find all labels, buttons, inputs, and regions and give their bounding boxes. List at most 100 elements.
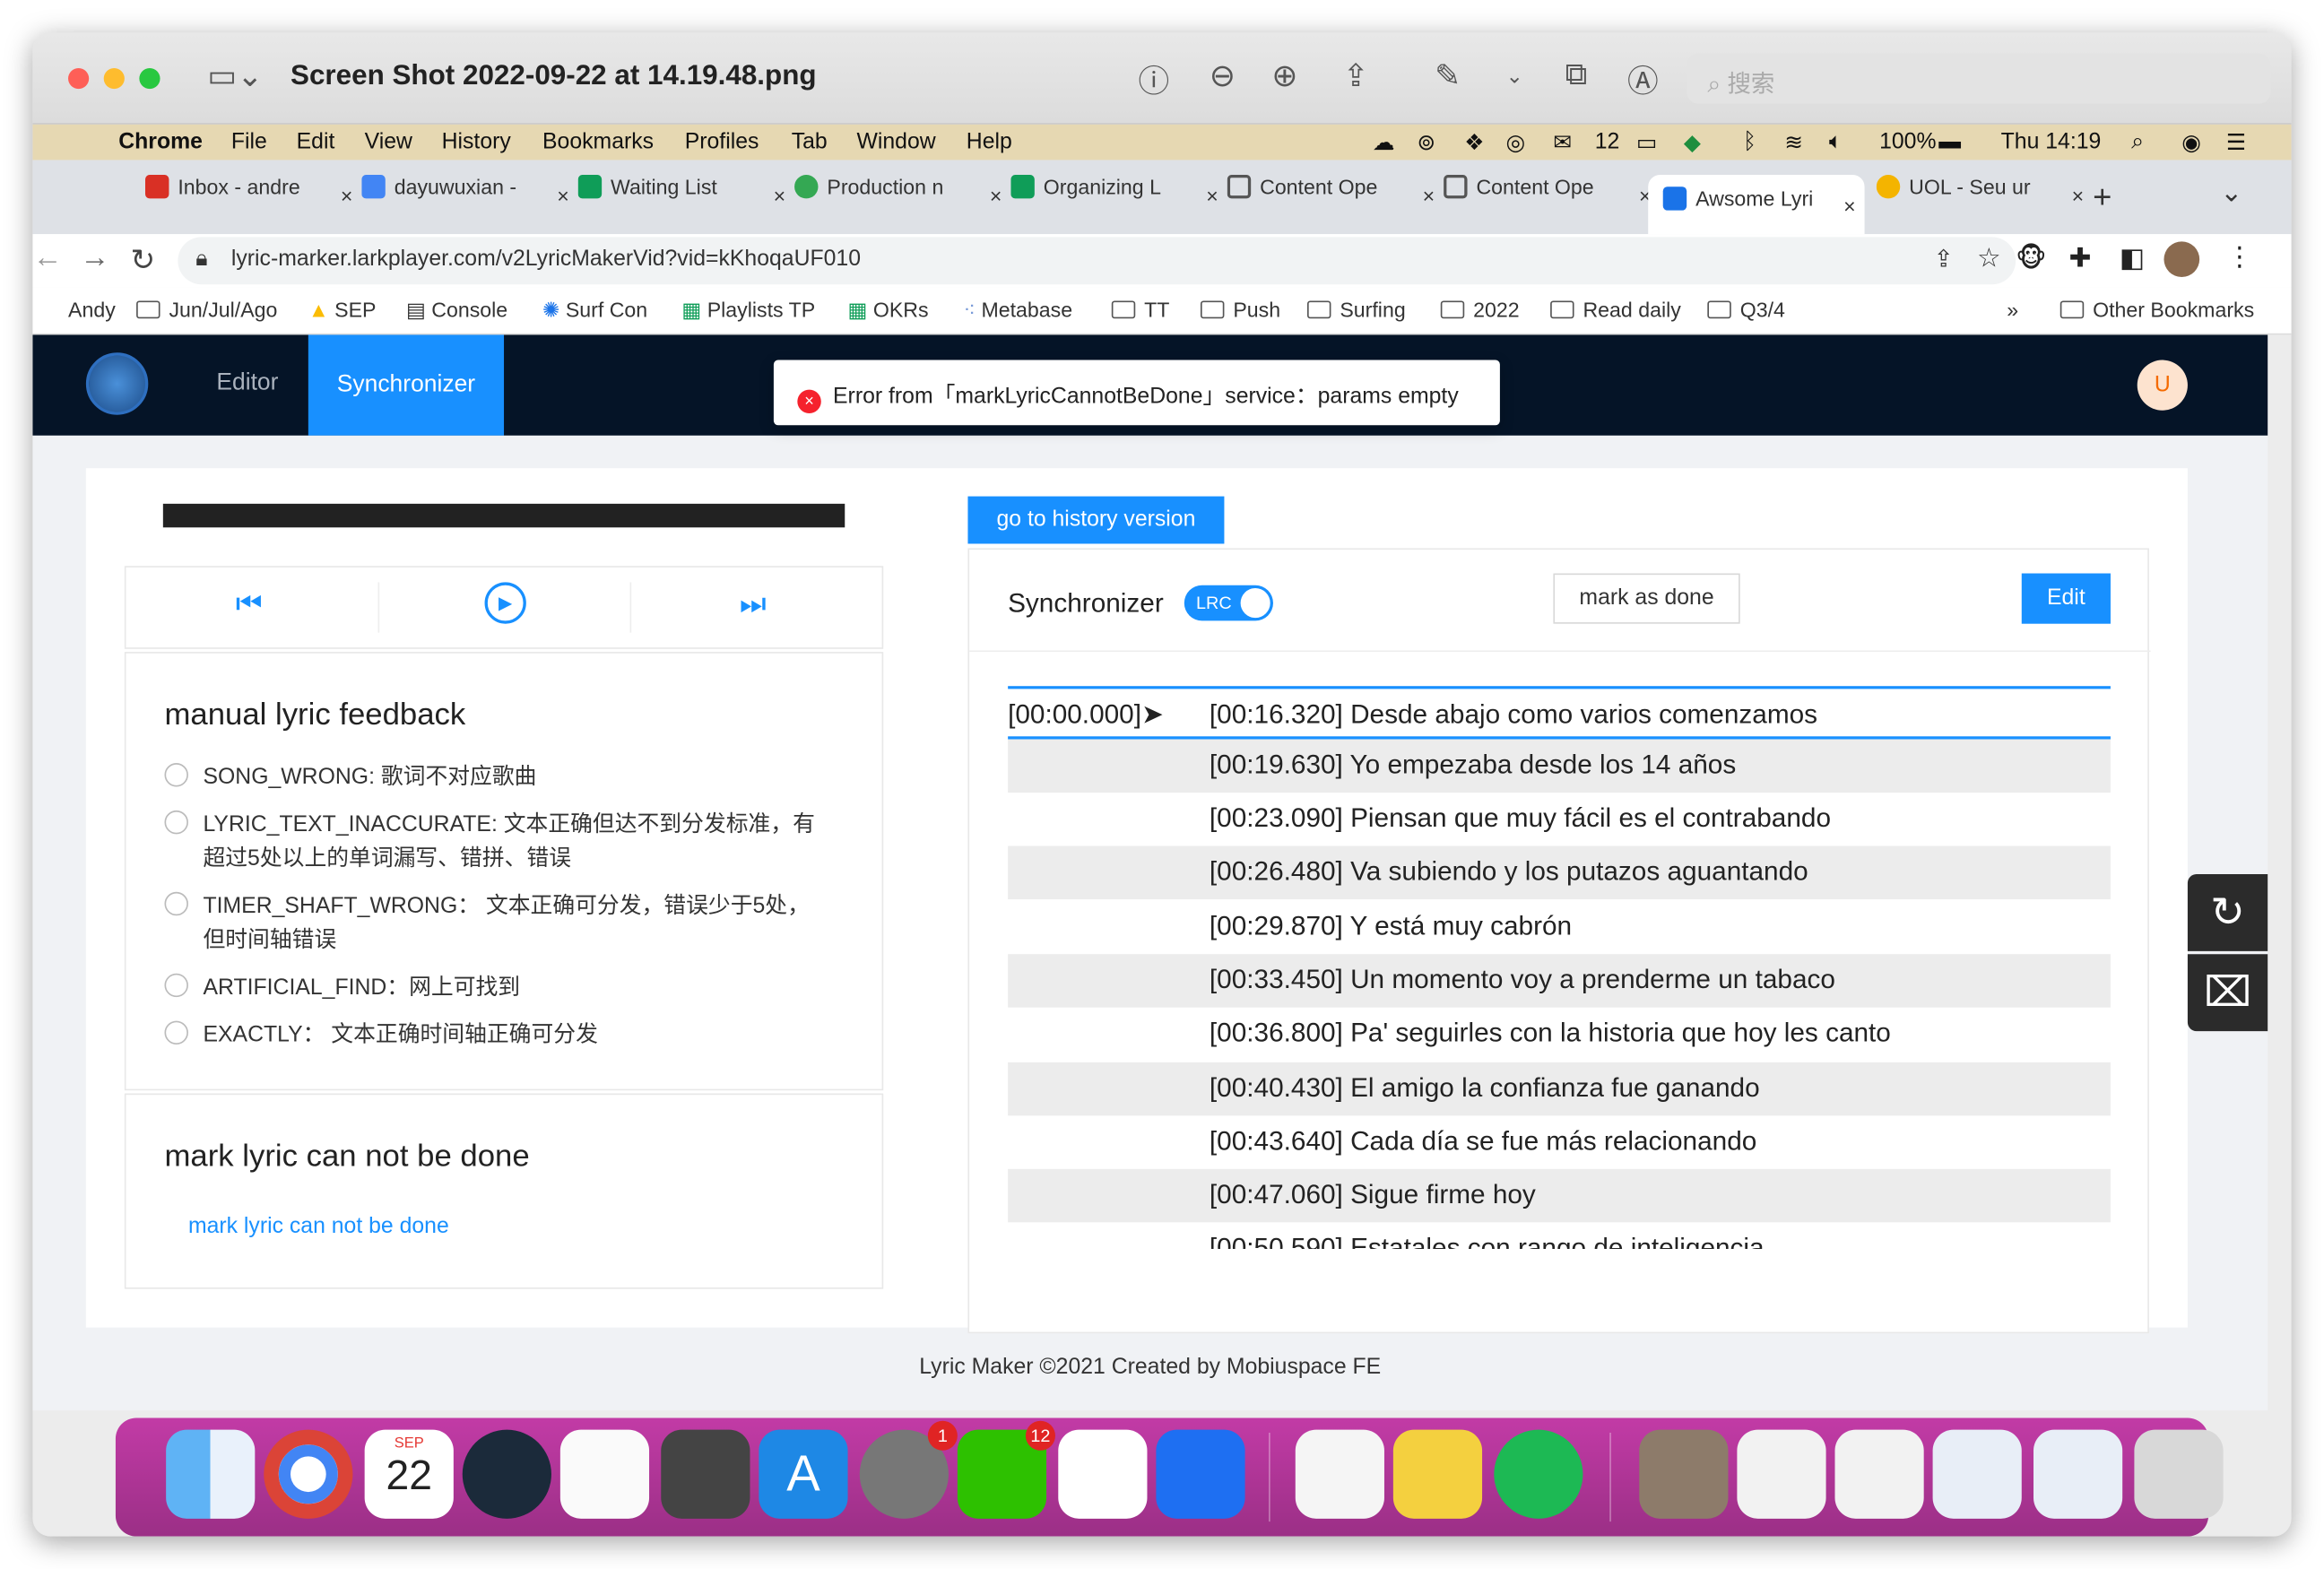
bookmark-folder-surfing[interactable]: Surfing xyxy=(1306,298,1406,322)
lyric-row[interactable]: [00:26.480] Va subiendo y los putazos ag… xyxy=(1008,845,2111,900)
radio-button[interactable] xyxy=(164,763,188,787)
app-store-icon[interactable]: A xyxy=(759,1429,848,1519)
bookmark-andy[interactable]: Andy xyxy=(68,298,116,321)
video-player[interactable] xyxy=(162,503,845,528)
siri-icon[interactable]: ◉ xyxy=(2181,129,2201,155)
edit-button[interactable]: Edit xyxy=(2021,573,2111,624)
bookmark-folder-tt[interactable]: TT xyxy=(1111,298,1169,322)
close-tab-icon[interactable]: × xyxy=(990,184,1002,207)
rotate-icon[interactable]: ⧉ xyxy=(1565,57,1588,93)
quicktime-icon[interactable] xyxy=(462,1429,551,1519)
menu-file[interactable]: File xyxy=(231,129,267,154)
bookmark-okrs[interactable]: ▦ OKRs xyxy=(848,298,929,323)
tab-waiting-list[interactable]: Waiting List × xyxy=(577,174,794,220)
chat-icon[interactable]: ◎ xyxy=(1506,129,1526,155)
control-center-icon[interactable]: ☰ xyxy=(2226,129,2246,155)
bookmark-surf-con[interactable]: ✺ Surf Con xyxy=(542,298,647,323)
calendar-icon[interactable]: SEP 22 xyxy=(364,1429,454,1519)
close-tab-icon[interactable]: × xyxy=(1843,194,1856,217)
spotlight-search-icon[interactable]: ⌕ xyxy=(2131,129,2144,154)
lock-icon[interactable]: 🔒︎ xyxy=(195,246,207,271)
feedback-option-song-wrong[interactable]: SONG_WRONG: 歌词不对应歌曲 xyxy=(164,760,816,794)
dropbox-icon[interactable]: ❖ xyxy=(1464,129,1484,155)
share-url-icon[interactable]: ⇪ xyxy=(1934,245,1954,274)
feedback-option-exactly[interactable]: EXACTLY： 文本正确时间轴正确可分发 xyxy=(164,1018,816,1052)
tab-content-ops-2[interactable]: Content Ope × xyxy=(1444,174,1660,220)
reload-icon[interactable]: ↻ xyxy=(130,241,155,278)
tab-inbox[interactable]: Inbox - andre × xyxy=(144,174,361,220)
lark-icon[interactable] xyxy=(1156,1429,1245,1519)
more-bookmarks-chevron-icon[interactable]: » xyxy=(2007,298,2018,321)
bluetooth-icon[interactable]: ᛒ xyxy=(1743,129,1756,154)
menu-help[interactable]: Help xyxy=(967,129,1012,154)
close-tab-icon[interactable]: × xyxy=(2072,184,2085,207)
play-icon[interactable]: ▶ xyxy=(484,582,526,624)
screenshot-thumbnail[interactable] xyxy=(1932,1429,2022,1519)
wechat-dock-icon[interactable]: 12 xyxy=(957,1420,1055,1519)
history-version-button[interactable]: go to history version xyxy=(967,496,1225,544)
nav-editor[interactable]: Editor xyxy=(216,370,278,397)
lyrics-list[interactable]: [00:00.000]➤ [00:16.320] Desde abajo com… xyxy=(1008,686,2111,1249)
back-arrow-icon[interactable]: ← xyxy=(32,241,62,275)
lyric-row[interactable]: [00:47.060] Sigue firme hoy xyxy=(1008,1168,2111,1223)
calculator-icon[interactable] xyxy=(661,1429,750,1519)
profile-avatar[interactable] xyxy=(2164,241,2200,278)
feedback-option-lyric-inaccurate[interactable]: LYRIC_TEXT_INACCURATE: 文本正确但达不到分发标准，有超过5… xyxy=(164,808,816,876)
lyric-row[interactable]: [00:50.590] Estatales con rango de intel… xyxy=(1008,1222,2111,1249)
messenger-icon[interactable] xyxy=(1058,1429,1148,1519)
nav-synchronizer[interactable]: Synchronizer xyxy=(308,334,505,436)
menu-profiles[interactable]: Profiles xyxy=(685,129,759,154)
finder-icon[interactable] xyxy=(166,1429,256,1519)
system-preferences-icon[interactable]: 1 xyxy=(859,1420,958,1519)
stickies-icon[interactable] xyxy=(1392,1429,1483,1519)
bookmark-folder-2022[interactable]: 2022 xyxy=(1440,298,1520,322)
photo-thumbnail[interactable] xyxy=(1639,1429,1729,1519)
next-track-icon[interactable]: ⏭︎ xyxy=(740,588,767,622)
mark-cannot-done-link[interactable]: mark lyric can not be done xyxy=(188,1213,449,1238)
info-icon[interactable]: ⓘ xyxy=(1139,57,1170,102)
share-icon[interactable]: ⇪ xyxy=(1343,57,1369,94)
airplay-icon[interactable]: ▭ xyxy=(1636,129,1657,155)
menu-edit[interactable]: Edit xyxy=(297,129,335,154)
tab-calendar[interactable]: dayuwuxian - × xyxy=(361,174,577,220)
address-bar[interactable]: 🔒︎ lyric-marker.larkplayer.com/v2LyricMa… xyxy=(178,237,2016,285)
clear-tool-icon[interactable]: ⌧ xyxy=(2187,954,2268,1032)
zoom-window-button[interactable] xyxy=(139,68,160,90)
bookmark-folder-push[interactable]: Push xyxy=(1200,298,1280,322)
app-logo[interactable] xyxy=(85,352,149,415)
tab-uol[interactable]: UOL - Seu ur × xyxy=(1876,174,2093,220)
bookmark-folder-jun[interactable]: Jun/Jul/Ago xyxy=(136,298,277,322)
menu-tab[interactable]: Tab xyxy=(792,129,828,154)
lyric-row[interactable]: [00:23.090] Piensan que muy fácil es el … xyxy=(1008,793,2111,845)
previous-track-icon[interactable]: ⏮︎ xyxy=(236,588,263,622)
sidebar-toggle-icon[interactable]: ▭⌄ xyxy=(207,57,263,94)
close-tab-icon[interactable]: × xyxy=(1206,184,1218,207)
radio-button[interactable] xyxy=(164,810,188,835)
feedback-option-timer-wrong[interactable]: TIMER_SHAFT_WRONG： 文本正确可分发，错误少于5处，但时间轴错误 xyxy=(164,889,816,958)
lyric-row[interactable]: [00:43.640] Cada día se fue más relacion… xyxy=(1008,1115,2111,1168)
document-thumbnail[interactable] xyxy=(1737,1429,1826,1519)
bookmark-other[interactable]: Other Bookmarks xyxy=(2060,298,2254,322)
menu-view[interactable]: View xyxy=(365,129,412,154)
textedit-icon[interactable] xyxy=(1295,1429,1384,1519)
chevron-down-icon[interactable]: ⌄ xyxy=(1506,64,1523,89)
menu-bookmarks[interactable]: Bookmarks xyxy=(542,129,654,154)
lyric-row[interactable]: [00:29.870] Y está muy cabrón xyxy=(1008,901,2111,954)
wechat-icon[interactable]: ✉ xyxy=(1553,129,1572,155)
user-avatar[interactable]: U xyxy=(2137,360,2188,411)
bookmark-sep[interactable]: ▲ SEP xyxy=(308,298,377,321)
search-field[interactable]: ⌕ 搜索 xyxy=(1687,53,2271,104)
tab-organizing[interactable]: Organizing L × xyxy=(1010,174,1227,220)
menu-history[interactable]: History xyxy=(442,129,511,154)
mark-as-done-button[interactable]: mark as done xyxy=(1553,573,1740,624)
bookmark-metabase[interactable]: ⁖ Metabase xyxy=(963,298,1072,323)
menu-window[interactable]: Window xyxy=(856,129,935,154)
close-tab-icon[interactable]: × xyxy=(1423,184,1435,207)
chrome-icon[interactable] xyxy=(264,1429,353,1519)
screenshot-thumbnail[interactable] xyxy=(2033,1429,2123,1519)
refresh-tool-icon[interactable]: ↻ xyxy=(2187,873,2268,951)
menu-app-name[interactable]: Chrome xyxy=(118,129,203,154)
document-thumbnail[interactable] xyxy=(1834,1429,1924,1519)
close-window-button[interactable] xyxy=(68,68,90,90)
radio-button[interactable] xyxy=(164,973,188,998)
